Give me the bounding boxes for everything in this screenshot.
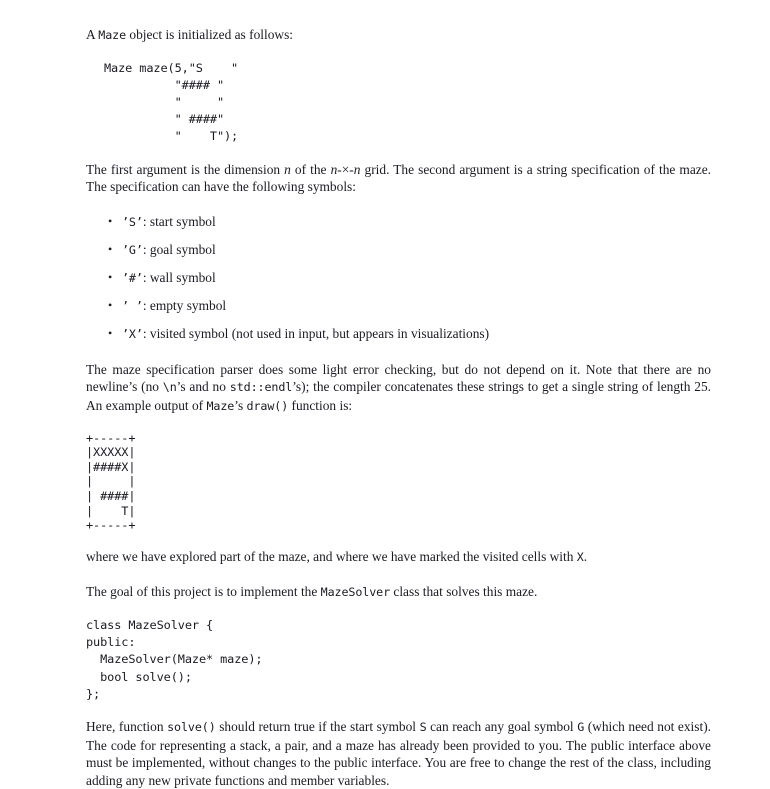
inline-code-std-endl: std::endl [229,380,293,395]
symbol-description: : empty symbol [142,298,227,314]
bullet-icon: • [108,269,113,284]
inline-code-maze-2: Maze [206,398,235,413]
explored-paragraph: where we have explored part of the maze,… [86,548,711,567]
final-part2: should return true if the start symbol [215,718,420,734]
final-part1: Here, function [86,718,168,734]
inline-code-draw: draw() [246,398,289,413]
inline-code-mazesolver: MazeSolver [320,585,391,600]
intro-paragraph: A Maze object is initialized as follows: [86,26,711,45]
symbol-description: : start symbol [142,213,216,229]
list-item: • ’G’: goal symbol [86,241,711,260]
maze-drawing-output: +-----+ |XXXXX| |####X| | | | ####| | T|… [86,430,136,533]
explored-part1: where we have explored part of the maze,… [86,548,577,564]
parser-part4: ’s [234,397,247,413]
list-item: • ’ ’: empty symbol [86,297,711,316]
list-item: • ’S’: start symbol [86,213,711,232]
arg-part2: of the [290,161,331,177]
document-page: A Maze object is initialized as follows:… [0,0,770,788]
final-part3: can reach any goal symbol [426,718,578,734]
bullet-icon: • [108,326,113,341]
symbol-code: ’S’ [122,214,143,229]
symbol-description: : visited symbol (not used in input, but… [142,326,490,342]
goal-part1: The goal of this project is to implement… [86,584,321,600]
bullet-icon: • [108,213,113,228]
list-item: • ’X’: visited symbol (not used in input,… [86,325,711,344]
parser-part5: function is: [288,397,353,413]
inline-code-solve: solve() [167,719,216,734]
bullet-icon: • [108,241,113,256]
symbol-list: • ’S’: start symbol • ’G’: goal symbol • ’#… [86,213,711,344]
inline-code-g: G [577,719,585,734]
maze-init-code-block: Maze maze(5,"S " "#### " " " " ####" " T… [104,60,239,144]
final-paragraph: Here, function solve() should return tru… [86,718,711,789]
symbol-code: ’X’ [122,327,143,342]
intro-suffix: object is initialized as follows: [126,27,294,42]
list-item: • ’#’: wall symbol [86,269,711,288]
symbol-description: : wall symbol [142,269,216,285]
parser-paragraph: The maze specification parser does some … [86,361,711,416]
inline-code-s: S [419,719,427,734]
inline-code-x: X [576,549,584,564]
explored-part2: . [583,548,588,564]
symbol-code: ’#’ [122,270,143,285]
goal-part2: class that solves this maze. [390,584,538,600]
arg-part1: The first argument is the dimension [86,161,285,177]
goal-paragraph: The goal of this project is to implement… [86,583,711,602]
parser-part2: ’s and no [176,379,230,395]
math-n-1: n [284,161,291,177]
page-content: A Maze object is initialized as follows:… [86,26,711,789]
bullet-icon: • [108,298,113,313]
inline-code-newline: \n [162,380,177,395]
inline-code-maze: Maze [98,28,127,42]
intro-prefix: A [86,27,99,42]
symbol-code: ’ ’ [122,299,143,314]
times-symbol: -×- [337,161,354,177]
symbol-code: ’G’ [122,242,143,257]
mazesolver-class-code-block: class MazeSolver { public: MazeSolver(Ma… [86,617,263,701]
symbol-description: : goal symbol [142,241,216,257]
argument-paragraph: The first argument is the dimension n of… [86,161,711,196]
